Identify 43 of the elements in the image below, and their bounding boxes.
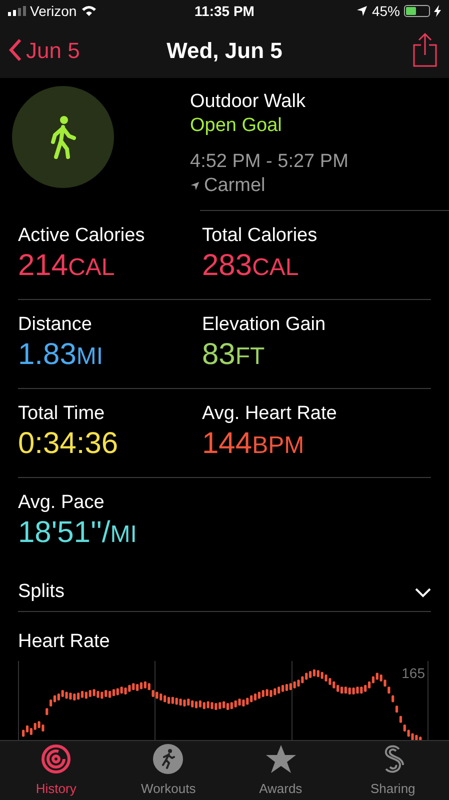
activity-rings-icon (40, 742, 72, 775)
tab-bar-item[interactable]: History (0, 741, 112, 800)
location-arrow-icon (356, 5, 368, 17)
nav-title: Wed, Jun 5 (166, 36, 282, 64)
splits-row[interactable]: Splits (18, 574, 431, 612)
share-icon (413, 33, 437, 67)
battery-icon (404, 5, 430, 17)
wifi-icon (80, 5, 97, 17)
chevron-left-icon (8, 38, 22, 62)
metric-label: Avg. Pace (18, 491, 106, 515)
metric-value: 18'51''/MI (18, 515, 138, 551)
metric-label: Avg. Heart Rate (202, 402, 338, 426)
metric-label: Elevation Gain (202, 313, 327, 337)
chart-title: Heart Rate (18, 630, 111, 654)
metric-value: 214CAL (18, 248, 116, 284)
metric-value: 83FT (202, 337, 266, 373)
clock-time: 11:35 PM (194, 2, 254, 20)
signal-icon (8, 6, 26, 16)
location-arrow-icon (190, 181, 200, 191)
workout-name: Outdoor Walk (190, 90, 306, 114)
tab-bar-item[interactable]: Workouts (112, 741, 224, 800)
walker-icon (48, 115, 78, 159)
tab-bar-item[interactable]: Sharing (336, 741, 449, 800)
workout-location: Carmel (204, 174, 266, 198)
metric-label: Distance (18, 313, 93, 337)
runner-icon (152, 742, 184, 775)
metric-value: 144BPM (202, 426, 306, 462)
axis-max-label: 165 (402, 664, 425, 682)
charging-bolt-icon (434, 5, 441, 17)
workout-goal: Open Goal (190, 114, 283, 138)
back-button[interactable]: Jun 5 (8, 34, 80, 66)
metric-value: 283CAL (202, 248, 300, 284)
metric-value: 0:34:36 (18, 426, 120, 462)
star-icon (264, 742, 297, 775)
workout-time-range: 4:52 PM - 5:27 PM (190, 150, 348, 174)
share-button[interactable] (413, 33, 437, 67)
metric-label: Active Calories (18, 224, 146, 248)
battery-percent: 45% (372, 2, 400, 20)
carrier-name: Verizon (30, 2, 77, 20)
metric-label: Total Calories (202, 224, 318, 248)
tab-bar-item[interactable]: Awards (224, 741, 337, 800)
metric-value: 1.83MI (18, 337, 104, 373)
metric-label: Total Time (18, 402, 106, 426)
